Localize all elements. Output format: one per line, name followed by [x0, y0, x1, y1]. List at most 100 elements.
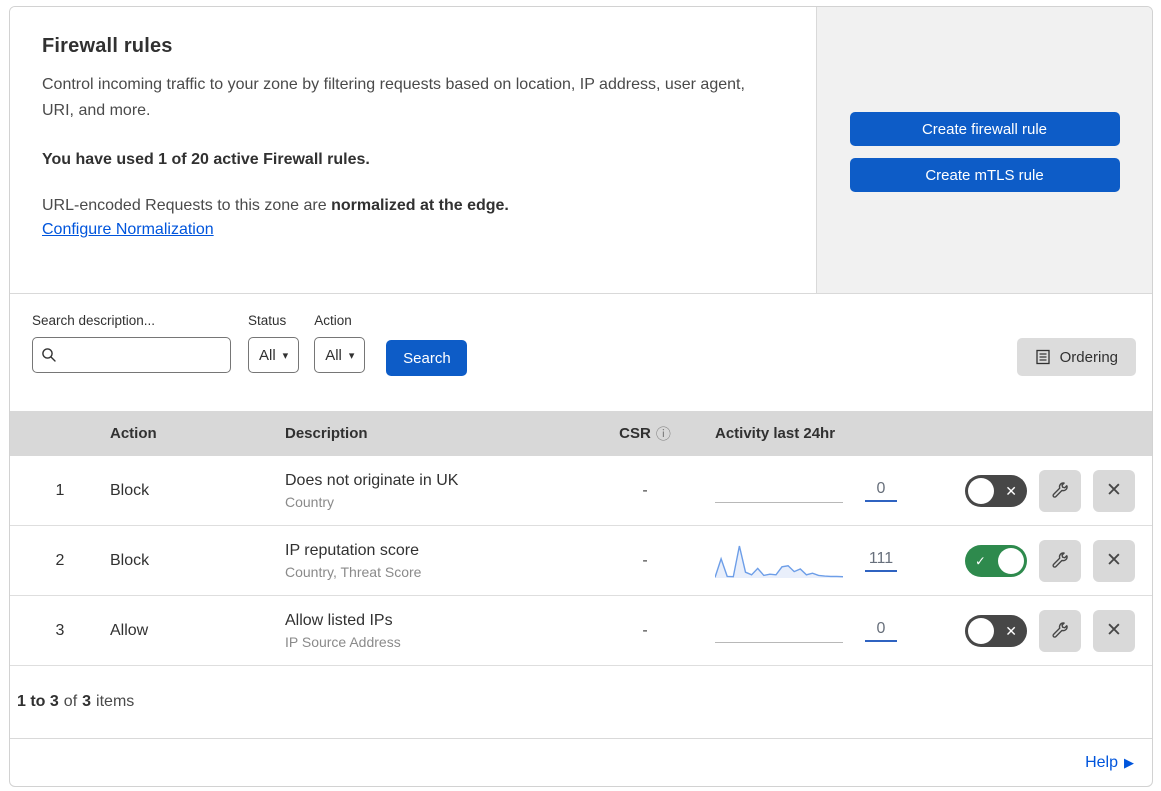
toggle-x-icon: ✕ [1005, 482, 1017, 499]
rule-action: Allow [110, 621, 149, 639]
info-icon[interactable]: ⓘ [656, 423, 671, 444]
csr-label: CSR [619, 425, 651, 442]
rule-priority: 1 [55, 481, 65, 499]
chevron-down-icon: ▾ [282, 349, 289, 362]
rule-fields: Country, Threat Score [285, 563, 422, 580]
rule-activity: 111 [690, 542, 935, 580]
delete-rule-button[interactable]: ✕ [1093, 539, 1135, 582]
search-input[interactable] [63, 347, 222, 363]
table-row: 1 Block Does not originate in UK Country… [10, 456, 1152, 526]
firewall-rules-card: Firewall rules Control incoming traffic … [9, 6, 1153, 787]
intro-text-panel: Firewall rules Control incoming traffic … [10, 7, 817, 293]
status-filter-group: Status All ▾ [248, 313, 300, 373]
close-icon: ✕ [1106, 550, 1122, 571]
close-icon: ✕ [1106, 480, 1122, 501]
create-firewall-rule-button[interactable]: Create firewall rule [849, 112, 1120, 146]
table-header: Action Description CSR ⓘ Activity last 2… [10, 411, 1152, 456]
pagination-summary: 1 to 3 of 3 items [10, 666, 1152, 739]
rule-priority: 3 [55, 621, 65, 639]
delete-rule-button[interactable]: ✕ [1093, 469, 1135, 512]
status-label: Status [248, 313, 287, 328]
rule-activity: 0 [690, 619, 935, 643]
rule-description: Does not originate in UK Country [285, 472, 600, 510]
header-description: Description [285, 425, 368, 442]
status-dropdown[interactable]: All ▾ [248, 337, 300, 373]
items-total: 3 [82, 693, 92, 710]
close-icon: ✕ [1106, 620, 1122, 641]
action-dropdown[interactable]: All ▾ [314, 337, 366, 373]
search-group: Search description... [32, 313, 231, 373]
rule-priority: 2 [55, 551, 65, 569]
chevron-down-icon: ▾ [348, 349, 355, 362]
filter-bar: Search description... Status All ▾ Actio… [10, 294, 1152, 411]
edit-rule-button[interactable] [1039, 609, 1081, 652]
rule-fields: IP Source Address [285, 633, 401, 650]
activity-sparkline [715, 542, 843, 580]
delete-rule-button[interactable]: ✕ [1093, 609, 1135, 652]
rule-csr-value: - [642, 551, 648, 569]
actions-panel: Create firewall rule Create mTLS rule [817, 7, 1152, 293]
help-label: Help [1085, 753, 1118, 771]
activity-count-link[interactable]: 111 [865, 550, 897, 572]
edit-rule-button[interactable] [1039, 469, 1081, 512]
rule-enable-toggle[interactable]: ✕ [965, 474, 1027, 507]
sparkline-chart [715, 545, 843, 578]
rule-description-title: IP reputation score [285, 541, 420, 559]
usage-notice: You have used 1 of 20 active Firewall ru… [42, 150, 370, 168]
header-activity: Activity last 24hr [715, 425, 836, 442]
rule-description: IP reputation score Country, Threat Scor… [285, 542, 600, 580]
edit-rule-button[interactable] [1039, 539, 1081, 582]
action-label: Action [314, 313, 352, 328]
rule-action: Block [110, 481, 150, 499]
rule-controls: ✕ ✕ [935, 609, 1152, 652]
items-range: 1 to 3 [17, 693, 59, 710]
activity-count-link[interactable]: 0 [865, 620, 897, 642]
search-icon [42, 348, 56, 362]
rule-enable-toggle[interactable]: ✓ [965, 544, 1027, 577]
page-title: Firewall rules [42, 35, 173, 57]
rule-description: Allow listed IPs IP Source Address [285, 612, 600, 650]
of-word: of [63, 693, 78, 710]
rule-controls: ✓ ✕ [935, 539, 1152, 582]
help-footer: Help ▶ [10, 739, 1152, 786]
rule-activity: 0 [690, 479, 935, 503]
rule-controls: ✕ ✕ [935, 469, 1152, 512]
table-row: 2 Block IP reputation score Country, Thr… [10, 526, 1152, 596]
normalization-prefix: URL-encoded Requests to this zone are [42, 196, 332, 214]
search-box[interactable] [32, 337, 231, 373]
ordering-list-icon [1035, 349, 1050, 365]
header-csr: CSR ⓘ [600, 423, 690, 444]
create-mtls-rule-button[interactable]: Create mTLS rule [849, 158, 1120, 192]
activity-flatline [715, 619, 843, 643]
help-arrow-icon: ▶ [1124, 754, 1134, 770]
normalization-bold: normalized at the edge. [331, 196, 509, 214]
action-filter-group: Action All ▾ [314, 313, 366, 373]
toggle-knob [968, 617, 994, 644]
rule-description-title: Does not originate in UK [285, 471, 459, 489]
items-word: items [96, 693, 135, 710]
wrench-icon [1052, 481, 1068, 498]
toggle-x-icon: ✕ [1005, 622, 1017, 639]
wrench-icon [1052, 551, 1068, 568]
rule-fields: Country [285, 493, 335, 510]
ordering-button[interactable]: Ordering [1016, 338, 1136, 376]
toggle-check-icon: ✓ [975, 553, 986, 568]
rule-description-title: Allow listed IPs [285, 611, 393, 629]
help-link[interactable]: Help ▶ [1085, 754, 1134, 772]
status-value: All [259, 346, 276, 364]
configure-normalization-link[interactable]: Configure Normalization [42, 221, 214, 239]
header-action: Action [110, 425, 157, 442]
normalization-text: URL-encoded Requests to this zone are no… [42, 197, 776, 215]
search-button[interactable]: Search [386, 340, 468, 376]
intro-section: Firewall rules Control incoming traffic … [10, 7, 1152, 294]
activity-flatline [715, 479, 843, 503]
rule-action: Block [110, 551, 150, 569]
toggle-knob [968, 477, 994, 504]
activity-count-link[interactable]: 0 [865, 480, 897, 502]
wrench-icon [1052, 621, 1068, 638]
rule-enable-toggle[interactable]: ✕ [965, 614, 1027, 647]
ordering-label: Ordering [1059, 348, 1118, 366]
search-label: Search description... [32, 313, 156, 328]
rule-csr-value: - [642, 621, 648, 639]
action-value: All [325, 346, 342, 364]
